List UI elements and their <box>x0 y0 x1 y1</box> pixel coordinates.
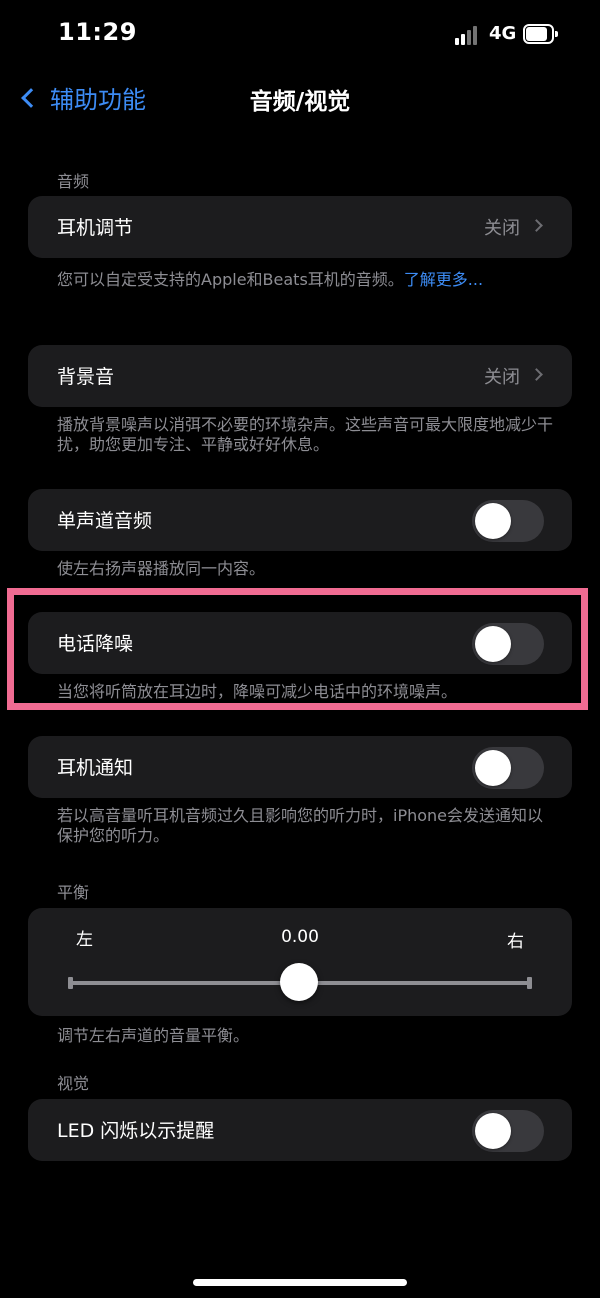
footer-balance: 调节左右声道的音量平衡。 <box>57 1026 250 1045</box>
chevron-right-icon <box>530 219 543 232</box>
headphone-notifications-toggle[interactable] <box>472 747 544 789</box>
home-indicator[interactable] <box>193 1279 407 1286</box>
battery-icon <box>523 24 558 44</box>
learn-more-link[interactable]: 了解更多... <box>404 270 483 289</box>
network-type: 4G <box>489 23 517 44</box>
footer-headphone-accommodations: 您可以自定受支持的Apple和Beats耳机的音频。了解更多... <box>57 270 557 290</box>
group-mono-audio: 单声道音频 <box>28 489 572 551</box>
row-label: 背景音 <box>57 366 115 388</box>
balance-right-label: 右 <box>507 932 524 952</box>
group-headphone-accommodations: 耳机调节 关闭 <box>28 196 572 258</box>
balance-value: 0.00 <box>281 927 319 947</box>
group-background-sounds: 背景音 关闭 <box>28 345 572 407</box>
toggle-knob <box>475 503 511 539</box>
slider-right-tick <box>527 977 532 989</box>
row-label: 耳机通知 <box>57 757 134 779</box>
status-bar: 11:29 4G <box>0 0 600 70</box>
highlight-box <box>7 588 588 710</box>
row-label: LED 闪烁以示提醒 <box>57 1120 215 1142</box>
navigation-bar: 辅助功能 音频/视觉 <box>0 70 600 126</box>
mono-audio-toggle[interactable] <box>472 500 544 542</box>
group-balance: 左 0.00 右 <box>28 908 572 1016</box>
footer-background-sounds: 播放背景噪声以消弭不必要的环境杂声。这些声音可最大限度地减少干扰，助您更加专注、… <box>57 415 554 454</box>
section-header-visual: 视觉 <box>57 1074 90 1093</box>
footer-mono-audio: 使左右扬声器播放同一内容。 <box>57 559 266 578</box>
row-background-sounds[interactable]: 背景音 关闭 <box>28 345 572 407</box>
row-label: 单声道音频 <box>57 510 153 532</box>
toggle-knob <box>475 750 511 786</box>
footer-headphone-notifications: 若以高音量听耳机音频过久且影响您的听力时，iPhone会发送通知以保护您的听力。 <box>57 806 544 845</box>
row-headphone-accommodations[interactable]: 耳机调节 关闭 <box>28 196 572 258</box>
row-headphone-notifications: 耳机通知 <box>28 736 572 798</box>
row-value: 关闭 <box>484 218 520 239</box>
balance-slider-thumb[interactable] <box>280 963 318 1001</box>
status-time: 11:29 <box>58 18 137 46</box>
chevron-right-icon <box>530 368 543 381</box>
group-led-flash: LED 闪烁以示提醒 <box>28 1099 572 1161</box>
row-label: 耳机调节 <box>57 217 134 239</box>
row-led-flash: LED 闪烁以示提醒 <box>28 1099 572 1161</box>
toggle-knob <box>475 1113 511 1149</box>
group-headphone-notifications: 耳机通知 <box>28 736 572 798</box>
slider-left-tick <box>68 977 73 989</box>
cellular-signal-icon <box>455 25 483 45</box>
section-header-balance: 平衡 <box>57 883 90 902</box>
page-title: 音频/视觉 <box>249 89 351 115</box>
row-value: 关闭 <box>484 367 520 388</box>
footer-text: 您可以自定受支持的Apple和Beats耳机的音频。 <box>57 270 404 289</box>
led-flash-toggle[interactable] <box>472 1110 544 1152</box>
section-header-audio: 音频 <box>57 172 90 191</box>
row-mono-audio: 单声道音频 <box>28 489 572 551</box>
